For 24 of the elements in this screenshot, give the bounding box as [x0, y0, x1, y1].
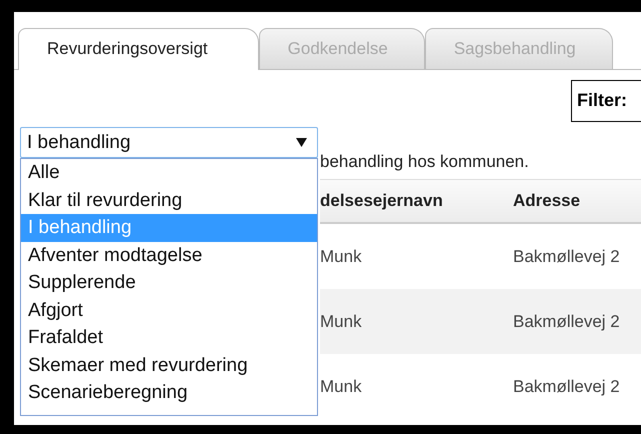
filter-label: Filter: [577, 90, 628, 110]
dropdown-option[interactable]: Frafaldet [21, 324, 317, 352]
dropdown-option[interactable]: Klar til revurdering [21, 186, 317, 214]
table-row[interactable]: Munk Bakmøllevej 2 [320, 289, 641, 354]
info-text: behandling hos kommunen. [320, 152, 530, 173]
table-row[interactable]: Munk Bakmøllevej 2 [320, 354, 641, 419]
table-cell-text: Munk [320, 312, 363, 332]
dropdown-option[interactable]: Skemaer med revurdering [21, 352, 317, 379]
status-dropdown[interactable]: I behandling [20, 127, 318, 158]
dropdown-option[interactable]: Supplerende [21, 269, 317, 296]
dropdown-option[interactable]: Afgjort [21, 296, 317, 324]
table-cell-text: Munk [320, 246, 363, 266]
tab[interactable]: Revurderingsoversigt [18, 28, 259, 70]
dropdown-option[interactable]: Afventer modtagelse [21, 242, 317, 269]
table-row[interactable]: Munk Bakmøllevej 2 [320, 224, 641, 289]
table-cell: Bakmøllevej 2 [513, 376, 620, 396]
dropdown-option[interactable]: Scenarieberegning [21, 379, 317, 406]
column-header[interactable]: delsesejernavn [320, 191, 513, 211]
column-header[interactable]: Adresse [513, 191, 580, 211]
table-cell: Bakmøllevej 2 [513, 312, 620, 332]
table-cell: Bakmøllevej 2 [513, 246, 620, 266]
table-cell-text: Munk [320, 376, 363, 396]
dropdown-option[interactable]: Alle [21, 159, 317, 186]
caret-icon [296, 138, 307, 147]
